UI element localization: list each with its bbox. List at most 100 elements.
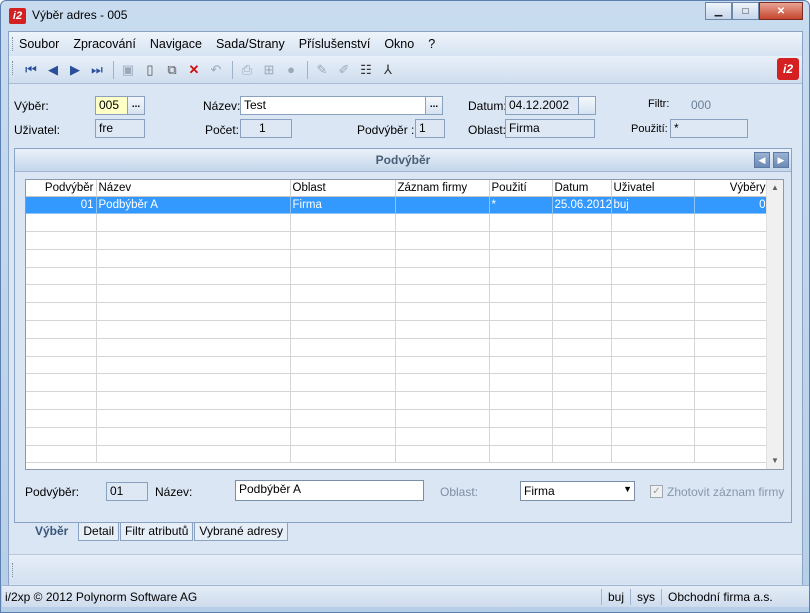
col-header-nazev[interactable]: Název [96, 180, 291, 197]
next-icon[interactable]: ▶ [65, 60, 85, 80]
vyber-field[interactable]: 005 [95, 96, 128, 115]
save-icon[interactable]: ▣ [118, 60, 138, 80]
empty-cell [611, 445, 695, 464]
edit-icon[interactable]: ✎ [312, 60, 332, 80]
empty-cell [395, 373, 490, 393]
empty-cell [395, 391, 490, 411]
oblast-field: Firma [505, 119, 595, 138]
app-window: i2 Výběr adres - 005 ▁ □ ✕ Soubor Zpraco… [0, 0, 810, 613]
last-icon[interactable]: ⏭ [87, 60, 107, 80]
empty-cell [552, 445, 612, 464]
empty-row [26, 445, 769, 464]
empty-cell [552, 267, 612, 286]
empty-cell [290, 373, 396, 393]
pen-icon[interactable]: ✐ [334, 60, 354, 80]
zhotovit-checkbox[interactable]: ✓ [650, 485, 663, 498]
empty-cell [552, 356, 612, 375]
empty-cell [96, 409, 291, 428]
menu-zpracovani[interactable]: Zpracování [73, 37, 136, 51]
empty-cell [290, 427, 396, 446]
new-icon[interactable]: ▯ [140, 60, 160, 80]
empty-cell [694, 320, 769, 339]
empty-cell [694, 409, 769, 428]
detail-oblast-select[interactable]: Firma ▼ [520, 481, 635, 501]
panel-title: Podvýběr [15, 149, 791, 172]
tab-vybrane-adresy[interactable]: Vybrané adresy [194, 523, 289, 541]
minimize-button[interactable]: ▁ [705, 2, 732, 20]
table-row[interactable]: 01 Podbýběr A Firma * 25.06.2012 buj 0 [26, 196, 769, 215]
lower-toolbar-grip [12, 563, 14, 577]
empty-cell [96, 284, 291, 304]
cell-zaznam-firmy [395, 196, 490, 215]
disc-icon[interactable]: ● [281, 60, 301, 80]
panel-next-icon[interactable]: ▶ [773, 152, 789, 168]
col-header-datum[interactable]: Datum [552, 180, 612, 197]
detail-oblast-label: Oblast: [440, 485, 479, 499]
empty-cell [552, 213, 612, 233]
podvyber-grid[interactable]: Podvýběr Název Oblast Záznam firmy Použi… [25, 179, 784, 470]
close-button[interactable]: ✕ [759, 2, 803, 20]
empty-cell [552, 231, 612, 250]
empty-cell [489, 284, 553, 304]
menu-sada-strany[interactable]: Sada/Strany [216, 37, 285, 51]
window-title: Výběr adres - 005 [32, 8, 128, 22]
nazev-field[interactable]: Test [240, 96, 426, 115]
scroll-up-icon[interactable]: ▲ [767, 180, 783, 196]
col-header-uzivatel[interactable]: Uživatel [611, 180, 695, 197]
empty-cell [395, 267, 490, 286]
col-header-oblast[interactable]: Oblast [290, 180, 396, 197]
col-header-pouziti[interactable]: Použití [489, 180, 553, 197]
maximize-button[interactable]: □ [732, 2, 759, 20]
prev-icon[interactable]: ◀ [43, 60, 63, 80]
empty-cell [552, 409, 612, 428]
empty-cell [26, 373, 97, 393]
list-icon[interactable]: ☷ [356, 60, 376, 80]
grid-scrollbar[interactable]: ▲ ▼ [766, 180, 783, 469]
structure-icon[interactable]: ⊞ [259, 60, 279, 80]
empty-cell [96, 213, 291, 233]
col-header-podvyber[interactable]: Podvýběr [26, 180, 97, 197]
first-icon[interactable]: ⏮ [21, 60, 41, 80]
cell-pouziti: * [489, 196, 553, 215]
empty-cell [96, 445, 291, 464]
delete-icon[interactable]: ✕ [184, 60, 204, 80]
vyber-browse-button[interactable]: ... [127, 96, 145, 115]
title-bar[interactable]: i2 Výběr adres - 005 ▁ □ ✕ [1, 1, 809, 31]
datum-field: 04.12.2002 [505, 96, 579, 115]
copy-icon[interactable]: ⧉ [162, 60, 182, 80]
tab-vyber[interactable]: Výběr [14, 523, 78, 541]
tab-filtr-atributu[interactable]: Filtr atributů [120, 523, 194, 541]
status-system: sys [630, 588, 661, 605]
nazev-browse-button[interactable]: ... [425, 96, 443, 115]
empty-row [26, 284, 769, 304]
cell-nazev: Podbýběr A [96, 196, 291, 215]
undo-icon[interactable]: ↶ [206, 60, 226, 80]
col-header-vybery[interactable]: Výběry [694, 180, 769, 197]
menu-bar: Soubor Zpracování Navigace Sada/Strany P… [9, 32, 802, 56]
empty-cell [395, 409, 490, 428]
empty-cell [489, 249, 553, 268]
empty-cell [290, 213, 396, 233]
datum-browse-button[interactable] [578, 96, 596, 115]
menu-soubor[interactable]: Soubor [19, 37, 59, 51]
empty-cell [96, 391, 291, 411]
menu-okno[interactable]: Okno [384, 37, 414, 51]
filter-icon[interactable]: ⅄ [378, 60, 398, 80]
empty-cell [96, 302, 291, 322]
empty-cell [552, 338, 612, 357]
empty-cell [96, 338, 291, 357]
empty-cell [26, 284, 97, 304]
menu-navigace[interactable]: Navigace [150, 37, 202, 51]
tab-detail[interactable]: Detail [78, 523, 120, 541]
empty-cell [694, 427, 769, 446]
client-area: Soubor Zpracování Navigace Sada/Strany P… [2, 31, 809, 607]
menu-help[interactable]: ? [428, 37, 435, 51]
col-header-zaznam-firmy[interactable]: Záznam firmy [395, 180, 490, 197]
panel-prev-icon[interactable]: ◀ [754, 152, 770, 168]
scroll-down-icon[interactable]: ▼ [767, 453, 783, 469]
empty-cell [489, 231, 553, 250]
menu-prislusenstvi[interactable]: Příslušenství [299, 37, 371, 51]
print-icon[interactable]: ⎙ [237, 60, 257, 80]
empty-cell [694, 213, 769, 233]
detail-nazev-input[interactable]: Podbýběr A [235, 480, 424, 501]
